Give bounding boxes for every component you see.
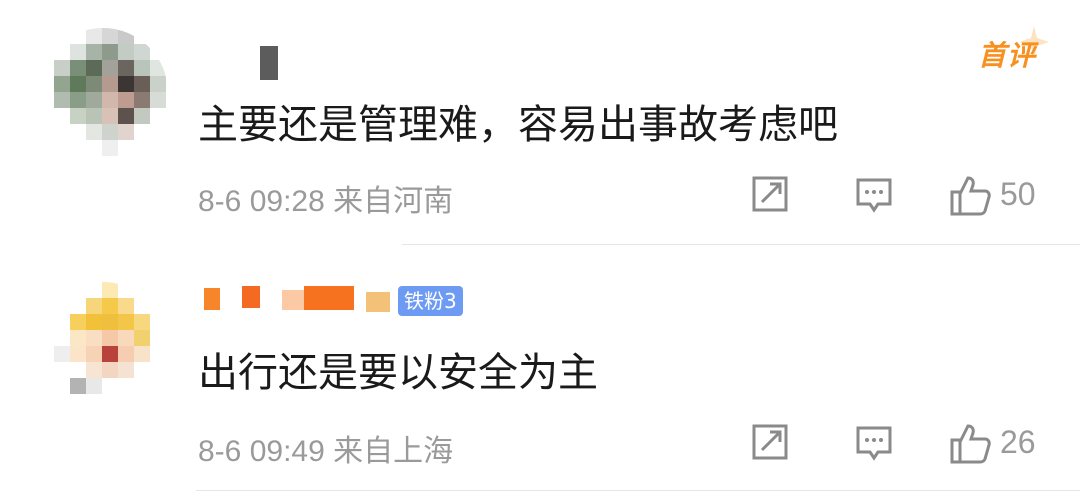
avatar[interactable]: [38, 282, 168, 412]
like-count: 50: [1000, 176, 1036, 212]
divider: [196, 490, 1080, 491]
thumbs-up-icon[interactable]: [948, 422, 992, 466]
comment-item: 首评 主要还是管理难，容易出事故考虑吧 8-6 09:28 来自河南 50: [0, 0, 1080, 246]
comment-text: 出行还是要以安全为主: [198, 350, 598, 396]
thumbs-up-icon[interactable]: [948, 174, 992, 218]
first-comment-badge: 首评: [977, 39, 1036, 72]
comment-meta: 8-6 09:28 来自河南: [198, 185, 454, 218]
avatar[interactable]: [38, 28, 168, 158]
reply-icon[interactable]: [854, 422, 894, 462]
comment-item: 铁粉3 出行还是要以安全为主 8-6 09:49 来自上海 26: [0, 246, 1080, 501]
share-icon[interactable]: [750, 422, 790, 462]
share-icon[interactable]: [750, 174, 790, 214]
divider: [402, 244, 1080, 245]
comment-meta: 8-6 09:49 来自上海: [198, 435, 454, 468]
fan-badge: 铁粉3: [398, 286, 463, 316]
comment-text: 主要还是管理难，容易出事故考虑吧: [198, 102, 838, 148]
like-count: 26: [1000, 424, 1036, 460]
reply-icon[interactable]: [854, 174, 894, 214]
